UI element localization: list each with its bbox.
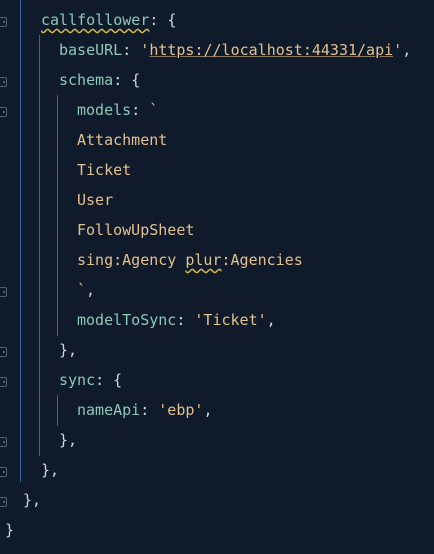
punctuation: , <box>86 281 96 299</box>
string-value: 'Ticket' <box>194 311 267 329</box>
template-backtick: ` <box>77 281 87 299</box>
punctuation: : <box>176 311 195 329</box>
code-line[interactable]: baseURL: 'https://localhost:44331/api', <box>59 35 411 65</box>
code-line[interactable]: models: ` <box>77 95 158 125</box>
template-text: :Agencies <box>221 251 303 269</box>
fold-marker-icon[interactable] <box>0 377 7 387</box>
string-value: 'ebp' <box>158 401 204 419</box>
code-line[interactable]: User <box>77 185 113 215</box>
code-line[interactable]: modelToSync: 'Ticket', <box>77 305 276 335</box>
punctuation: : { <box>113 71 141 89</box>
template-backtick: ` <box>149 101 159 119</box>
code-line[interactable]: sing:Agency plur:Agencies <box>77 245 303 275</box>
code-line[interactable]: nameApi: 'ebp', <box>77 395 212 425</box>
property-key: sync <box>59 371 96 389</box>
property-key: schema <box>59 71 114 89</box>
punctuation: }, <box>59 341 78 359</box>
property-key: callfollower <box>41 11 150 29</box>
gutter <box>0 0 8 554</box>
code-editor[interactable]: callfollower: { baseURL: 'https://localh… <box>0 0 434 554</box>
template-text: plur <box>185 251 222 269</box>
property-key: models <box>77 101 132 119</box>
punctuation: : <box>131 101 150 119</box>
indent-guide <box>20 0 21 482</box>
fold-marker-icon[interactable] <box>0 287 7 297</box>
punctuation: : <box>140 401 159 419</box>
code-line[interactable]: sync: { <box>59 365 122 395</box>
property-key: nameApi <box>77 401 141 419</box>
code-line[interactable]: callfollower: { <box>41 5 176 35</box>
punctuation: }, <box>59 431 78 449</box>
url-link[interactable]: https://localhost:44331/api <box>149 41 393 59</box>
string-quote: ' <box>140 41 150 59</box>
template-text: Attachment <box>77 131 168 149</box>
template-text: User <box>77 191 114 209</box>
fold-marker-icon[interactable] <box>0 467 7 477</box>
code-line[interactable]: }, <box>23 485 41 515</box>
punctuation: , <box>402 41 412 59</box>
indent-guide <box>39 35 40 456</box>
template-text: FollowUpSheet <box>77 221 195 239</box>
indent-guide <box>57 395 58 426</box>
property-key: modelToSync <box>77 311 177 329</box>
template-text: sing:Agency <box>77 251 186 269</box>
code-line[interactable]: }, <box>41 455 59 485</box>
fold-marker-icon[interactable] <box>0 497 7 507</box>
code-line[interactable]: FollowUpSheet <box>77 215 194 245</box>
code-line[interactable]: Ticket <box>77 155 131 185</box>
punctuation: } <box>5 521 15 539</box>
code-line[interactable]: } <box>5 515 14 545</box>
punctuation: : { <box>149 11 177 29</box>
punctuation: : { <box>95 371 123 389</box>
fold-marker-icon[interactable] <box>0 77 7 87</box>
template-text: Ticket <box>77 161 132 179</box>
fold-marker-icon[interactable] <box>0 107 7 117</box>
fold-marker-icon[interactable] <box>0 347 7 357</box>
punctuation: , <box>203 401 213 419</box>
fold-marker-icon[interactable] <box>0 17 7 27</box>
code-line[interactable]: Attachment <box>77 125 167 155</box>
code-line[interactable]: schema: { <box>59 65 140 95</box>
punctuation: , <box>266 311 276 329</box>
punctuation: }, <box>23 491 42 509</box>
fold-marker-icon[interactable] <box>0 437 7 447</box>
code-line[interactable]: }, <box>59 425 77 455</box>
code-line[interactable]: }, <box>59 335 77 365</box>
punctuation: }, <box>41 461 60 479</box>
code-line[interactable]: `, <box>77 275 95 305</box>
indent-guide <box>57 95 58 336</box>
punctuation: : <box>122 41 141 59</box>
string-quote: ' <box>393 41 403 59</box>
property-key: baseURL <box>59 41 123 59</box>
